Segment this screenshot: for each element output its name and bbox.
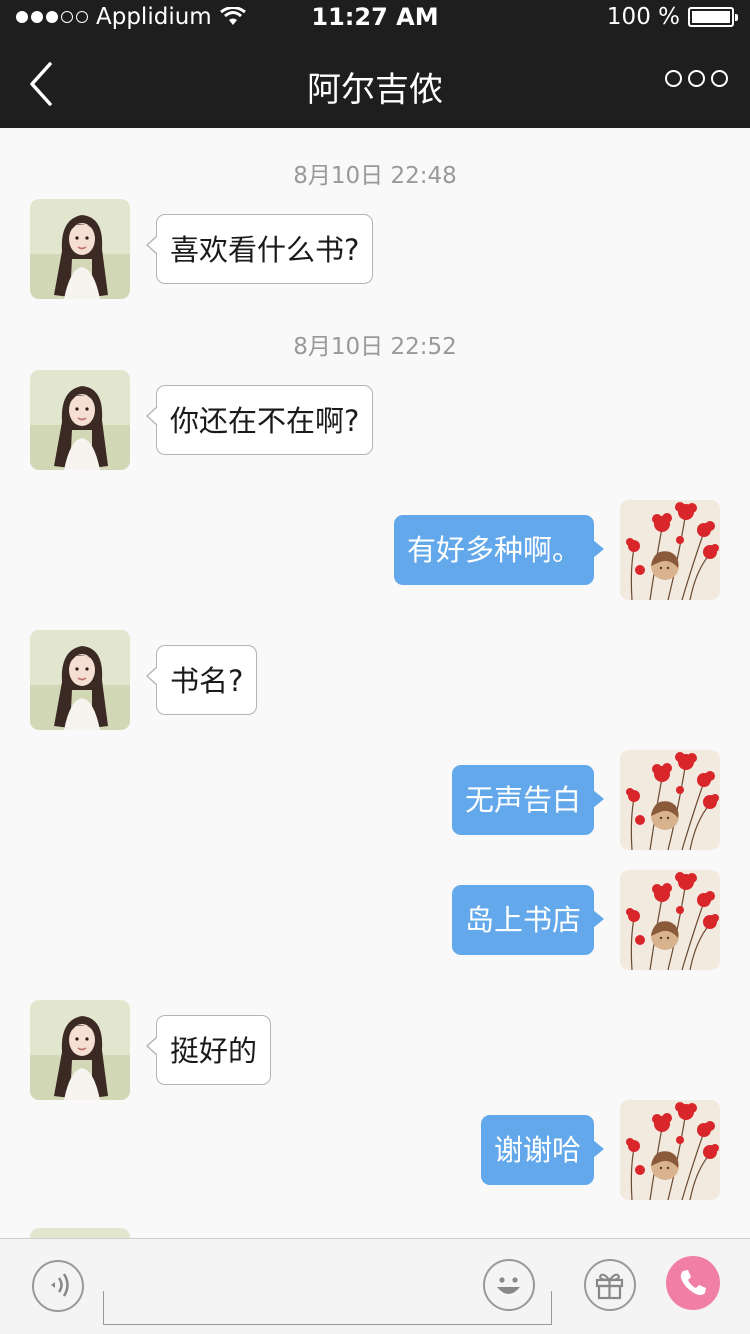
chat-area[interactable]: 8月10日 22:48 喜欢看什么书? 8月10日 22:52 你还在不在啊? … [0, 128, 750, 1238]
outgoing-message[interactable]: 谢谢哈 [480, 1115, 605, 1185]
contact-avatar[interactable] [30, 630, 130, 730]
gift-button[interactable] [584, 1259, 636, 1311]
incoming-message[interactable]: 喜欢看什么书? [145, 214, 374, 284]
smiley-icon [497, 1277, 520, 1294]
top-bar: Applidium 11:27 AM 100 % 阿尔吉侬 [0, 0, 750, 128]
timestamp: 8月10日 22:52 [293, 334, 457, 360]
outgoing-message[interactable]: 有好多种啊。 [393, 515, 605, 585]
contact-avatar[interactable] [30, 1000, 130, 1100]
outgoing-message[interactable]: 无声告白 [451, 765, 605, 835]
more-dot [665, 70, 682, 87]
nav-bar: 阿尔吉侬 [0, 40, 750, 128]
voice-icon [51, 1273, 69, 1297]
contact-avatar[interactable] [30, 370, 130, 470]
contact-avatar[interactable] [30, 199, 130, 299]
incoming-message[interactable]: 你还在不在啊? [145, 385, 374, 455]
more-button[interactable] [665, 70, 728, 87]
more-dot [688, 70, 705, 87]
more-dot [711, 70, 728, 87]
incoming-message[interactable]: 书名? [145, 645, 258, 715]
gift-icon [595, 1273, 624, 1300]
user-avatar[interactable] [620, 500, 720, 600]
user-avatar[interactable] [620, 870, 720, 970]
battery-percent: 100 % [606, 4, 680, 30]
status-right: 100 % [606, 4, 738, 30]
incoming-message[interactable]: 挺好的 [145, 1015, 272, 1085]
user-avatar[interactable] [620, 1100, 720, 1200]
call-button[interactable] [666, 1256, 720, 1310]
battery-icon [688, 7, 738, 27]
input-toolbar [0, 1238, 750, 1334]
outgoing-message[interactable]: 岛上书店 [451, 885, 605, 955]
contact-avatar[interactable] [30, 1228, 130, 1238]
timestamp: 8月10日 22:48 [293, 163, 457, 189]
status-bar: Applidium 11:27 AM 100 % [0, 0, 750, 40]
page-title: 阿尔吉侬 [307, 70, 443, 110]
voice-button[interactable] [32, 1260, 84, 1312]
user-avatar[interactable] [620, 750, 720, 850]
emoji-button[interactable] [483, 1259, 535, 1311]
phone-icon [680, 1270, 706, 1295]
